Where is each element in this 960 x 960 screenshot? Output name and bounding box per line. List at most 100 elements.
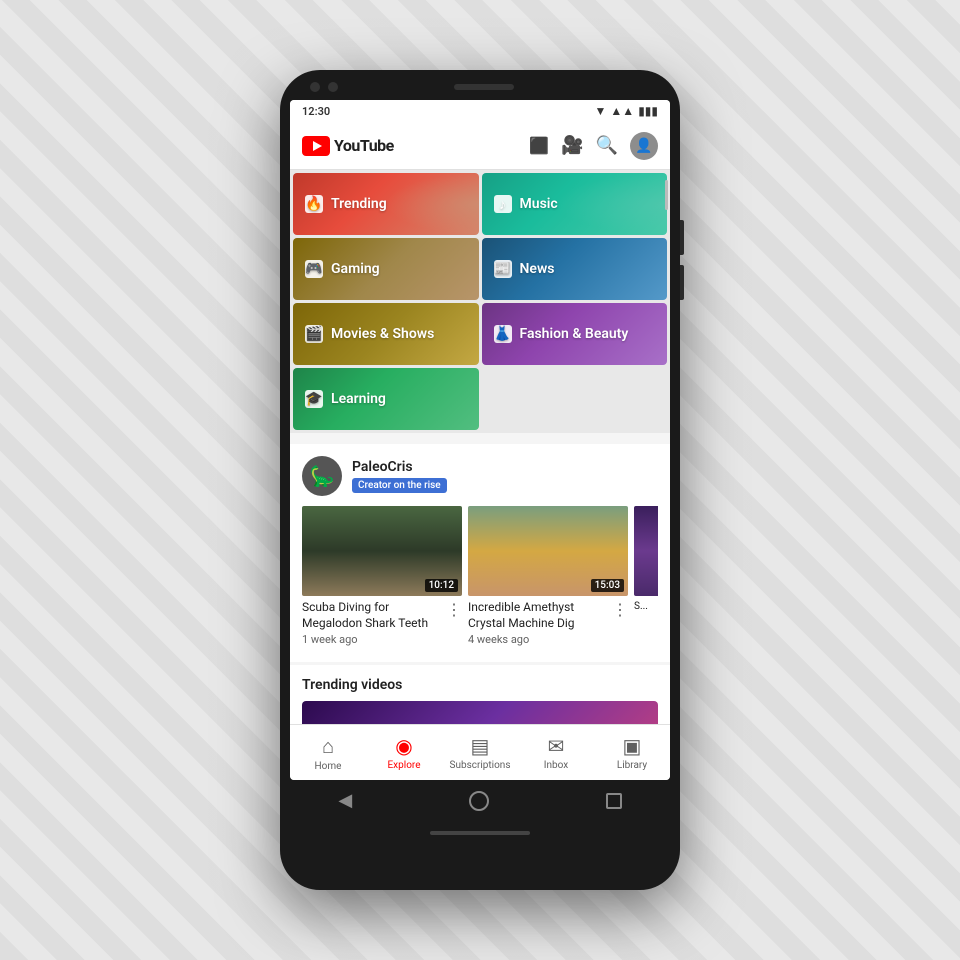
user-avatar[interactable]: 👤 xyxy=(630,132,658,160)
app-header: YouTube ⬛ 🎥 🔍 👤 xyxy=(290,122,670,170)
video-thumbnail-2: 15:03 xyxy=(468,506,628,596)
search-icon[interactable]: 🔍 xyxy=(596,135,618,156)
creator-badge: Creator on the rise xyxy=(352,478,447,493)
scroll-indicator xyxy=(665,180,668,210)
trending-icon: 🔥 xyxy=(305,195,323,213)
news-icon: 📰 xyxy=(494,260,512,278)
trending-section: Trending videos xyxy=(290,665,670,724)
creator-header: 🦕 PaleoCris Creator on the rise xyxy=(302,456,658,496)
music-icon: ♪ xyxy=(494,195,512,213)
subscriptions-nav-label: Subscriptions xyxy=(450,760,511,771)
signal-icon: ▲▲ xyxy=(610,104,634,118)
subscriptions-nav-icon: ▤ xyxy=(471,734,490,758)
nav-item-subscriptions[interactable]: ▤ Subscriptions xyxy=(442,725,518,780)
phone-frame: 12:30 ▼ ▲▲ ▮▮▮ YouTube ⬛ 🎥 🔍 👤 xyxy=(280,70,680,890)
category-tile-movies[interactable]: 🎬 Movies & Shows xyxy=(293,303,479,365)
category-grid: 🔥 Trending ♪ Music 🎮 Gaming xyxy=(290,170,670,433)
gaming-icon: 🎮 xyxy=(305,260,323,278)
inbox-nav-icon: ✉ xyxy=(548,734,565,758)
category-label-gaming: 🎮 Gaming xyxy=(305,260,380,278)
speaker-bar xyxy=(454,84,514,90)
status-time: 12:30 xyxy=(302,105,330,118)
category-label-movies: 🎬 Movies & Shows xyxy=(305,325,434,343)
phone-screen: 12:30 ▼ ▲▲ ▮▮▮ YouTube ⬛ 🎥 🔍 👤 xyxy=(290,100,670,780)
volume-up-button[interactable] xyxy=(680,220,684,255)
video-details-1: Scuba Diving for Megalodon Shark Teeth 1… xyxy=(302,600,446,646)
video-info-1: Scuba Diving for Megalodon Shark Teeth 1… xyxy=(302,596,462,650)
video-info-2: Incredible Amethyst Crystal Machine Dig … xyxy=(468,596,628,650)
movies-icon: 🎬 xyxy=(305,325,323,343)
trending-section-title: Trending videos xyxy=(302,677,658,693)
category-label-trending: 🔥 Trending xyxy=(305,195,387,213)
cast-icon[interactable]: ⬛ xyxy=(529,136,549,155)
wifi-icon: ▼ xyxy=(595,104,607,118)
category-label-learning: 🎓 Learning xyxy=(305,390,386,408)
video-title-1: Scuba Diving for Megalodon Shark Teeth xyxy=(302,600,446,631)
header-actions: ⬛ 🎥 🔍 👤 xyxy=(529,132,658,160)
speaker-dot xyxy=(328,82,338,92)
video-age-1: 1 week ago xyxy=(302,633,446,646)
category-tile-fashion[interactable]: 👗 Fashion & Beauty xyxy=(482,303,668,365)
status-bar: 12:30 ▼ ▲▲ ▮▮▮ xyxy=(290,100,670,122)
category-label-music: ♪ Music xyxy=(494,195,558,213)
library-nav-icon: ▣ xyxy=(623,734,642,758)
youtube-play-triangle xyxy=(313,141,322,151)
video-duration-1: 10:12 xyxy=(425,579,458,592)
youtube-icon xyxy=(302,136,330,156)
category-tile-music[interactable]: ♪ Music xyxy=(482,173,668,235)
category-tile-trending[interactable]: 🔥 Trending xyxy=(293,173,479,235)
nav-item-inbox[interactable]: ✉ Inbox xyxy=(518,725,594,780)
video-duration-2: 15:03 xyxy=(591,579,624,592)
video-card-1[interactable]: 10:12 Scuba Diving for Megalodon Shark T… xyxy=(302,506,462,650)
video-age-2: 4 weeks ago xyxy=(468,633,612,646)
section-divider xyxy=(290,433,670,441)
bottom-nav: ⌂ Home ◉ Explore ▤ Subscriptions ✉ Inbox… xyxy=(290,724,670,780)
explore-nav-icon: ◉ xyxy=(395,734,412,758)
video-thumbnail-3 xyxy=(634,506,658,596)
home-nav-label: Home xyxy=(315,761,342,772)
back-button[interactable]: ◀ xyxy=(338,790,352,811)
main-content[interactable]: 🔥 Trending ♪ Music 🎮 Gaming xyxy=(290,170,670,724)
video-card-2[interactable]: 15:03 Incredible Amethyst Crystal Machin… xyxy=(468,506,628,650)
creator-section: 🦕 PaleoCris Creator on the rise 10:12 xyxy=(290,444,670,662)
video-title-3: S... xyxy=(634,600,658,613)
camera-dot xyxy=(310,82,320,92)
category-label-fashion: 👗 Fashion & Beauty xyxy=(494,325,629,343)
nav-item-library[interactable]: ▣ Library xyxy=(594,725,670,780)
home-hardware-button[interactable] xyxy=(469,791,489,811)
video-card-3[interactable]: S... xyxy=(634,506,658,650)
video-thumbnail-1: 10:12 xyxy=(302,506,462,596)
library-nav-label: Library xyxy=(617,760,647,771)
volume-down-button[interactable] xyxy=(680,265,684,300)
status-icons: ▼ ▲▲ ▮▮▮ xyxy=(595,104,658,118)
youtube-logo: YouTube xyxy=(302,136,394,156)
learning-icon: 🎓 xyxy=(305,390,323,408)
video-details-2: Incredible Amethyst Crystal Machine Dig … xyxy=(468,600,612,646)
category-tile-news[interactable]: 📰 News xyxy=(482,238,668,300)
home-nav-icon: ⌂ xyxy=(322,734,334,759)
category-label-news: 📰 News xyxy=(494,260,555,278)
phone-top xyxy=(280,70,680,100)
video-info-3: S... xyxy=(634,596,658,617)
explore-nav-label: Explore xyxy=(388,760,421,771)
video-more-button-2[interactable]: ⋮ xyxy=(612,600,628,619)
recents-button[interactable] xyxy=(606,793,622,809)
category-tile-gaming[interactable]: 🎮 Gaming xyxy=(293,238,479,300)
camera-area xyxy=(310,82,338,92)
video-more-button-1[interactable]: ⋮ xyxy=(446,600,462,619)
fashion-icon: 👗 xyxy=(494,325,512,343)
trending-thumbnail[interactable] xyxy=(302,701,658,724)
phone-bottom-bar xyxy=(430,831,530,835)
video-title-2: Incredible Amethyst Crystal Machine Dig xyxy=(468,600,612,631)
inbox-nav-label: Inbox xyxy=(544,760,568,771)
creator-name: PaleoCris xyxy=(352,459,447,475)
creator-avatar[interactable]: 🦕 xyxy=(302,456,342,496)
nav-item-home[interactable]: ⌂ Home xyxy=(290,725,366,780)
category-tile-learning[interactable]: 🎓 Learning xyxy=(293,368,479,430)
battery-icon: ▮▮▮ xyxy=(638,104,658,118)
creator-info: PaleoCris Creator on the rise xyxy=(352,459,447,493)
youtube-wordmark: YouTube xyxy=(334,136,394,155)
camera-icon[interactable]: 🎥 xyxy=(561,135,583,156)
video-row: 10:12 Scuba Diving for Megalodon Shark T… xyxy=(302,506,658,650)
nav-item-explore[interactable]: ◉ Explore xyxy=(366,725,442,780)
